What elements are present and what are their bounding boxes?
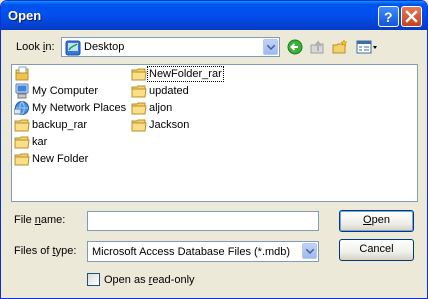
folder-icon: [14, 119, 30, 132]
open-button[interactable]: Open: [339, 210, 414, 232]
filetype-label: Files of type:: [14, 245, 76, 257]
chevron-down-icon: [267, 45, 275, 50]
window-title: Open: [8, 8, 42, 23]
open-dialog: Open ? Look in: Desktop My Computer My N…: [0, 0, 428, 299]
title-bar[interactable]: Open ?: [1, 1, 427, 30]
new-folder-icon: [332, 39, 348, 54]
filetype-label-post: ype:: [55, 245, 77, 257]
filename-label-post: ame:: [40, 214, 66, 226]
folder-icon: [131, 68, 147, 81]
folder-icon: [14, 153, 30, 166]
close-button[interactable]: [401, 6, 422, 27]
filename-input[interactable]: [87, 211, 319, 231]
up-folder-button[interactable]: [308, 38, 326, 56]
item-label: New Folder: [32, 153, 89, 165]
lookin-label-post: n:: [45, 41, 55, 53]
documents-icon: [15, 66, 29, 81]
readonly-checkbox[interactable]: [87, 273, 100, 286]
item-label: updated: [149, 85, 189, 97]
lookin-dropdown-button[interactable]: [263, 39, 278, 55]
back-arrow-icon: [287, 39, 303, 55]
cancel-button[interactable]: Cancel: [339, 239, 414, 261]
item-label: My Computer: [32, 85, 99, 97]
svg-text:?: ?: [384, 10, 393, 23]
open-button-accel: O: [363, 214, 372, 226]
filetype-value: Microsoft Access Database Files (*.mdb): [92, 246, 291, 258]
back-button[interactable]: [286, 38, 304, 56]
question-icon: ?: [384, 10, 393, 23]
new-folder-button[interactable]: [331, 38, 349, 56]
folder-icon: [131, 85, 147, 98]
item-label: aljon: [149, 102, 173, 114]
network-icon: [14, 101, 29, 115]
readonly-label-post: ead-only: [152, 274, 195, 286]
chevron-down-icon: [306, 249, 314, 254]
filename-label-pre: File: [14, 214, 35, 226]
folder-icon: [131, 102, 147, 115]
lookin-value: Desktop: [84, 41, 125, 53]
filetype-select[interactable]: Microsoft Access Database Files (*.mdb): [87, 241, 319, 262]
item-label: Jackson: [149, 119, 190, 131]
up-folder-icon: [310, 40, 324, 54]
item-label: kar: [32, 136, 48, 148]
readonly-label-pre: Open as: [104, 274, 149, 286]
item-label: backup_rar: [32, 119, 88, 131]
filename-label: File name:: [14, 214, 65, 226]
item-label: NewFolder_rar: [147, 66, 224, 82]
readonly-label[interactable]: Open as read-only: [104, 274, 195, 286]
close-icon: [405, 10, 418, 23]
filetype-label-pre: Files of: [14, 245, 53, 257]
filetype-dropdown-button[interactable]: [302, 243, 317, 259]
folder-icon: [131, 119, 147, 132]
open-button-label: pen: [371, 214, 390, 226]
file-list[interactable]: My Computer My Network Places backup_rar…: [11, 64, 418, 202]
folder-icon: [14, 136, 30, 149]
help-button[interactable]: ?: [378, 6, 399, 27]
computer-icon: [15, 83, 29, 99]
lookin-label: Look in:: [16, 41, 55, 53]
lookin-combo[interactable]: Desktop: [61, 37, 280, 57]
view-menu-button[interactable]: [355, 38, 379, 56]
view-menu-icon: [356, 40, 377, 54]
lookin-label-pre: Look: [16, 41, 43, 53]
item-label: My Network Places: [32, 102, 127, 114]
desktop-icon: [65, 40, 81, 56]
